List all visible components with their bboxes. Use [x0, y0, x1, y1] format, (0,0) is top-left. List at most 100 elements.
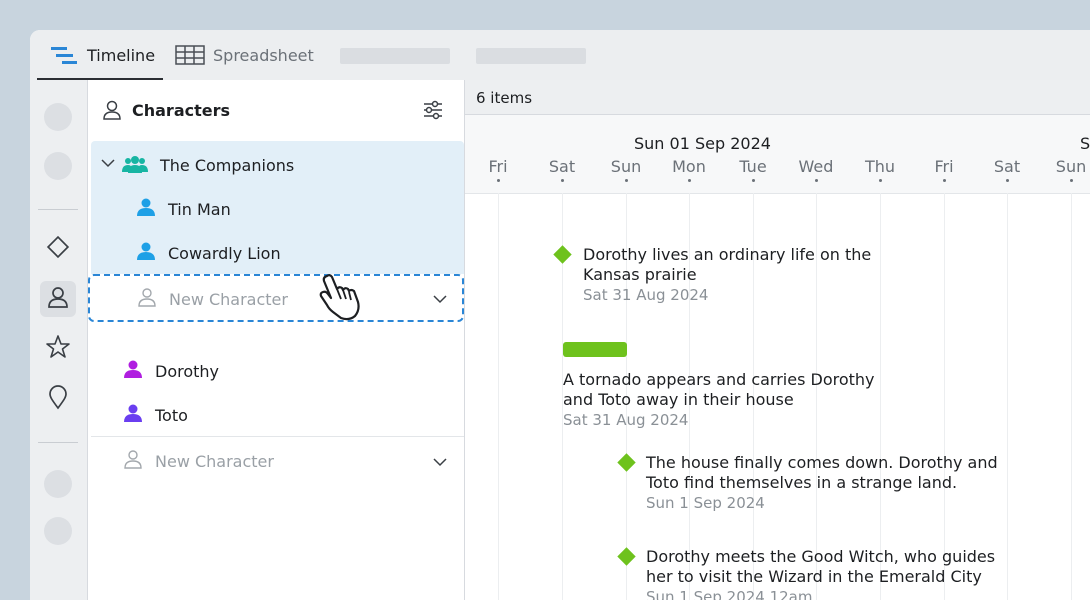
day-label: Fri — [488, 157, 508, 176]
character-label: Cowardly Lion — [168, 243, 281, 263]
timeline-icon — [49, 44, 79, 66]
day-tick — [625, 179, 628, 182]
tab-placeholder — [340, 48, 450, 64]
drop-target-new-character[interactable]: New Character — [88, 274, 464, 322]
rail-item-locations[interactable] — [40, 381, 76, 417]
rail-divider — [38, 442, 78, 443]
event-item[interactable]: Dorothy lives an ordinary life on the Ka… — [583, 245, 923, 305]
day-tick — [561, 179, 564, 182]
character-label: Dorothy — [155, 361, 220, 381]
new-character-label: New Character — [155, 451, 274, 471]
rail-item-characters[interactable] — [40, 281, 76, 317]
chevron-down-icon[interactable] — [100, 155, 116, 175]
chevron-down-icon[interactable] — [432, 454, 448, 474]
day-tick — [688, 179, 691, 182]
event-title: The house finally comes down. Dorothy an… — [646, 453, 998, 492]
tab-spreadsheet[interactable]: Spreadsheet — [175, 30, 314, 80]
character-row-tin-man[interactable]: Tin Man — [136, 194, 231, 224]
day-label: Wed — [798, 157, 834, 176]
person-filled-icon — [123, 359, 143, 383]
day-label: Fri — [934, 157, 954, 176]
person-filled-icon — [123, 403, 143, 427]
tab-spreadsheet-label: Spreadsheet — [213, 45, 314, 65]
rail-divider — [38, 209, 78, 210]
grid-line — [1071, 193, 1072, 600]
rail-item-events[interactable] — [40, 231, 76, 267]
timeline-toolbar: 6 items — [465, 80, 1090, 115]
group-icon — [122, 155, 148, 175]
event-title: A tornado appears and carries Dorothy an… — [563, 370, 875, 409]
timeline-view: 6 items Sun 01 Sep 2024 S Fri Sat Sun Mo… — [465, 80, 1090, 600]
person-filled-icon — [136, 197, 156, 221]
item-count: 6 items — [476, 89, 533, 107]
location-pin-icon — [45, 384, 71, 414]
person-filled-icon — [136, 241, 156, 265]
rail-placeholder — [44, 152, 72, 180]
tab-timeline[interactable]: Timeline — [37, 30, 163, 80]
event-item[interactable]: The house finally comes down. Dorothy an… — [646, 453, 1006, 513]
date-header: S — [1080, 134, 1090, 153]
rail-placeholder — [44, 103, 72, 131]
day-label: Tue — [739, 157, 767, 176]
sliders-icon[interactable] — [422, 99, 444, 125]
date-header: Sun 01 Sep 2024 — [634, 134, 771, 153]
day-label: Mon — [672, 157, 706, 176]
event-duration-bar[interactable] — [563, 342, 627, 357]
character-row-cowardly-lion[interactable]: Cowardly Lion — [136, 238, 281, 268]
grid-line — [944, 193, 945, 600]
day-label: Sat — [548, 157, 576, 176]
grid-line — [1007, 193, 1008, 600]
icon-rail — [30, 80, 88, 600]
event-date: Sun 1 Sep 2024 12am — [646, 588, 813, 600]
event-title: Dorothy meets the Good Witch, who guides… — [646, 547, 996, 586]
event-title: Dorothy lives an ordinary life on the Ka… — [583, 245, 872, 284]
person-icon — [45, 284, 71, 314]
characters-panel: Characters The Companions Tin Man Coward… — [88, 80, 465, 600]
event-item[interactable]: Dorothy meets the Good Witch, who guides… — [646, 547, 1016, 600]
day-tick — [879, 179, 882, 182]
app-window: Timeline Spreadsheet Characters The Comp… — [30, 30, 1090, 600]
event-marker[interactable] — [617, 547, 636, 566]
spreadsheet-icon — [175, 45, 205, 65]
day-tick — [497, 179, 500, 182]
timeline-scale: Sun 01 Sep 2024 S Fri Sat Sun Mon Tue We… — [465, 115, 1090, 194]
day-label: Sun — [1055, 157, 1087, 176]
character-label: Tin Man — [168, 199, 231, 219]
new-character-row[interactable]: New Character — [123, 446, 274, 476]
person-icon — [137, 287, 157, 311]
panel-header: Characters — [88, 80, 464, 140]
event-date: Sat 31 Aug 2024 — [563, 411, 689, 429]
day-tick — [752, 179, 755, 182]
diamond-icon — [45, 234, 71, 264]
day-label: Sat — [993, 157, 1021, 176]
grid-line — [498, 193, 499, 600]
tab-bar: Timeline Spreadsheet — [30, 30, 1090, 80]
person-icon — [123, 449, 143, 473]
event-date: Sun 1 Sep 2024 — [646, 494, 765, 512]
group-row-companions[interactable]: The Companions — [100, 150, 294, 180]
day-label: Thu — [864, 157, 896, 176]
day-tick — [815, 179, 818, 182]
dragged-character-label: New Character — [169, 289, 288, 309]
day-tick — [943, 179, 946, 182]
tab-timeline-label: Timeline — [87, 45, 156, 65]
hand-cursor-icon — [315, 272, 365, 326]
rail-item-favorites[interactable] — [40, 331, 76, 367]
dragged-character-row[interactable]: New Character — [137, 284, 288, 314]
tab-placeholder — [476, 48, 586, 64]
group-label: The Companions — [160, 155, 295, 175]
event-date: Sat 31 Aug 2024 — [583, 286, 709, 304]
character-row-toto[interactable]: Toto — [123, 400, 188, 430]
event-item[interactable]: A tornado appears and carries Dorothy an… — [563, 370, 908, 430]
day-tick — [1006, 179, 1009, 182]
day-label: Sun — [610, 157, 642, 176]
event-marker[interactable] — [553, 245, 572, 264]
person-icon — [102, 99, 122, 125]
character-row-dorothy[interactable]: Dorothy — [123, 356, 219, 386]
character-label: Toto — [155, 405, 188, 425]
list-divider — [91, 436, 464, 437]
rail-placeholder — [44, 470, 72, 498]
star-icon — [45, 334, 71, 364]
event-marker[interactable] — [617, 453, 636, 472]
chevron-down-icon[interactable] — [432, 291, 448, 311]
